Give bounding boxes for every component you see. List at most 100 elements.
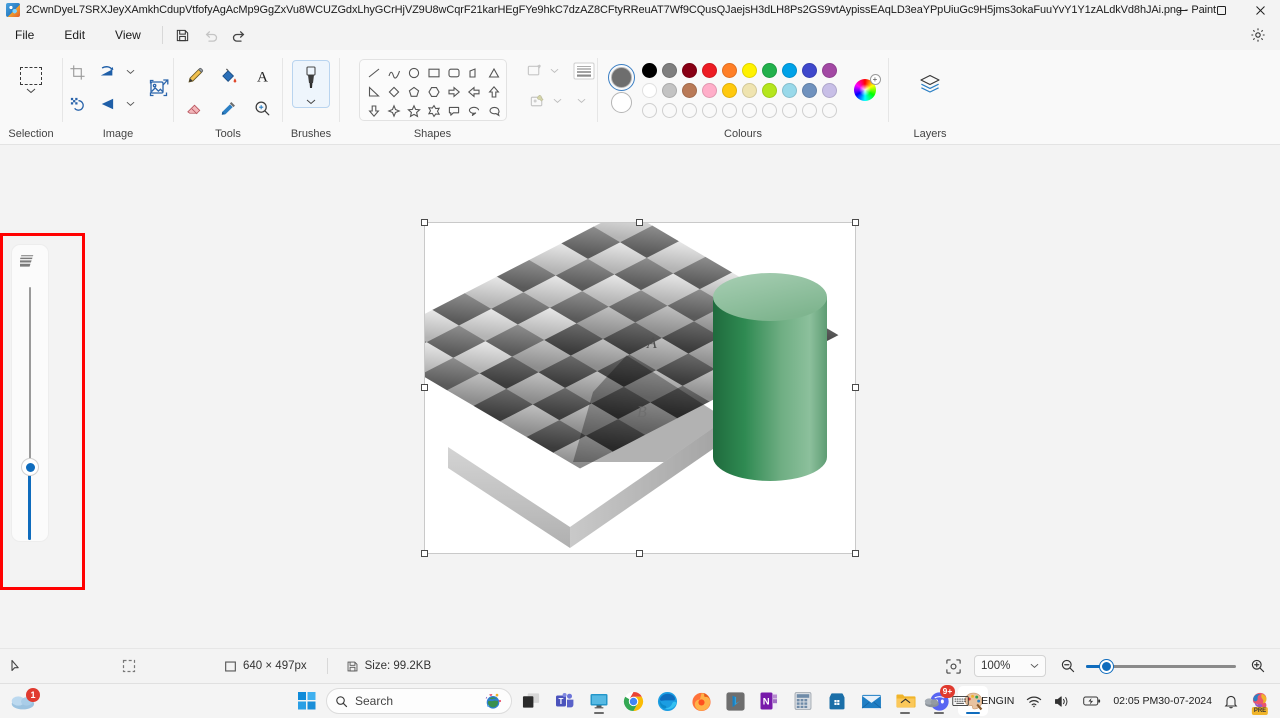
zoom-out-button[interactable] <box>1060 655 1076 677</box>
text-tool-icon[interactable]: A <box>245 60 279 92</box>
bing-video-icon[interactable] <box>720 686 750 716</box>
firefox-icon[interactable] <box>686 686 716 716</box>
line-thickness-icon[interactable] <box>567 56 601 86</box>
palette-swatch-2-7[interactable] <box>780 100 800 120</box>
chevron-down-icon[interactable] <box>550 87 564 115</box>
wifi-icon[interactable] <box>1022 687 1046 715</box>
palette-swatch-0-1[interactable] <box>660 60 680 80</box>
colour-wheel-icon[interactable]: + <box>853 74 881 101</box>
crop-icon[interactable] <box>62 58 92 86</box>
palette-swatch-1-2[interactable] <box>680 80 700 100</box>
line-shape[interactable] <box>364 63 384 82</box>
palette-swatch-2-0[interactable] <box>640 100 660 120</box>
onedrive-icon[interactable] <box>919 687 944 715</box>
primary-colour-swatch[interactable] <box>607 64 635 91</box>
calculator-icon[interactable] <box>788 686 818 716</box>
task-view-icon[interactable] <box>516 686 546 716</box>
copilot-icon[interactable]: PRE <box>1246 687 1274 715</box>
palette-swatch-0-3[interactable] <box>700 60 720 80</box>
pencil-icon[interactable] <box>177 60 211 92</box>
maximize-button[interactable] <box>1202 0 1241 20</box>
eraser-icon[interactable] <box>177 92 211 124</box>
palette-swatch-1-9[interactable] <box>820 80 840 100</box>
palette-swatch-0-0[interactable] <box>640 60 660 80</box>
palette-swatch-0-6[interactable] <box>760 60 780 80</box>
curve-shape[interactable] <box>384 63 404 82</box>
palette-swatch-0-4[interactable] <box>720 60 740 80</box>
remote-desktop-icon[interactable] <box>584 686 614 716</box>
fill-bucket-icon[interactable] <box>211 60 245 92</box>
flip-icon[interactable] <box>92 90 122 118</box>
zoom-level-select[interactable]: 100% <box>974 655 1046 677</box>
bell-icon[interactable] <box>1220 687 1242 715</box>
microsoft-teams-icon[interactable]: T <box>550 686 580 716</box>
diamond-shape[interactable] <box>384 82 404 101</box>
undo-icon[interactable] <box>197 23 225 47</box>
secondary-colour-swatch[interactable] <box>610 92 632 113</box>
palette-swatch-1-3[interactable] <box>700 80 720 100</box>
clock[interactable]: 02:05 PM 30-07-2024 <box>1109 687 1216 715</box>
redo-icon[interactable] <box>225 23 253 47</box>
palette-swatch-0-5[interactable] <box>740 60 760 80</box>
layers-icon[interactable] <box>910 64 950 104</box>
brush-size-slider-thumb[interactable] <box>21 458 39 476</box>
palette-swatch-2-5[interactable] <box>740 100 760 120</box>
palette-swatch-1-6[interactable] <box>760 80 780 100</box>
shapes-gallery[interactable] <box>358 59 507 121</box>
palette-swatch-0-7[interactable] <box>780 60 800 80</box>
palette-swatch-1-4[interactable] <box>720 80 740 100</box>
google-chrome-icon[interactable] <box>618 686 648 716</box>
shape-outline-icon[interactable] <box>521 58 547 84</box>
palette-swatch-2-8[interactable] <box>800 100 820 120</box>
chevron-down-icon[interactable] <box>564 87 598 115</box>
selection-handle-ne[interactable] <box>852 219 859 226</box>
menu-file[interactable]: File <box>3 24 46 46</box>
rectangular-selection-icon[interactable] <box>8 60 54 100</box>
rotate-icon[interactable] <box>62 90 92 118</box>
selection-handle-n[interactable] <box>636 219 643 226</box>
keyboard-icon[interactable] <box>948 687 973 715</box>
left-arrow-shape[interactable] <box>464 82 484 101</box>
microsoft-edge-icon[interactable] <box>652 686 682 716</box>
weather-widget[interactable]: 1 <box>8 688 40 712</box>
hexagon-shape[interactable] <box>424 82 444 101</box>
battery-charging-icon[interactable] <box>1079 687 1105 715</box>
oval-callout-shape[interactable] <box>464 101 484 120</box>
palette-swatch-0-9[interactable] <box>820 60 840 80</box>
onenote-icon[interactable]: N <box>754 686 784 716</box>
palette-swatch-2-9[interactable] <box>820 100 840 120</box>
palette-swatch-2-4[interactable] <box>720 100 740 120</box>
magnifier-icon[interactable] <box>245 92 279 124</box>
selection-handle-sw[interactable] <box>421 550 428 557</box>
rectangle-shape[interactable] <box>424 63 444 82</box>
volume-icon[interactable] <box>1050 687 1075 715</box>
rounded-callout-shape[interactable] <box>444 101 464 120</box>
palette-swatch-2-2[interactable] <box>680 100 700 120</box>
search-input[interactable]: Search <box>326 688 512 714</box>
selection-handle-nw[interactable] <box>421 219 428 226</box>
menu-view[interactable]: View <box>103 24 153 46</box>
pentagon-shape[interactable] <box>404 82 424 101</box>
fit-to-window-icon[interactable] <box>945 655 962 677</box>
windows-start-icon[interactable] <box>292 686 322 716</box>
image-resize-icon[interactable] <box>140 69 178 107</box>
palette-swatch-1-8[interactable] <box>800 80 820 100</box>
resize-skew-icon[interactable] <box>92 58 122 86</box>
chevron-down-icon[interactable] <box>547 57 561 85</box>
triangle-shape[interactable] <box>484 63 504 82</box>
selection-handle-w[interactable] <box>421 384 428 391</box>
palette-swatch-2-3[interactable] <box>700 100 720 120</box>
palette-swatch-1-5[interactable] <box>740 80 760 100</box>
oval-shape[interactable] <box>404 63 424 82</box>
chevron-down-icon[interactable] <box>122 58 138 86</box>
image-canvas[interactable]: A B <box>421 219 859 557</box>
mail-icon[interactable] <box>856 686 886 716</box>
microsoft-store-icon[interactable] <box>822 686 852 716</box>
add-colour-badge[interactable]: + <box>869 74 881 85</box>
five-point-star-shape[interactable] <box>404 101 424 120</box>
heart-shape[interactable] <box>364 118 384 120</box>
canvas-sheet[interactable]: A B <box>425 223 855 553</box>
chevron-down-icon[interactable] <box>122 90 138 118</box>
minimize-button[interactable] <box>1163 0 1202 20</box>
zoom-in-button[interactable] <box>1250 655 1266 677</box>
